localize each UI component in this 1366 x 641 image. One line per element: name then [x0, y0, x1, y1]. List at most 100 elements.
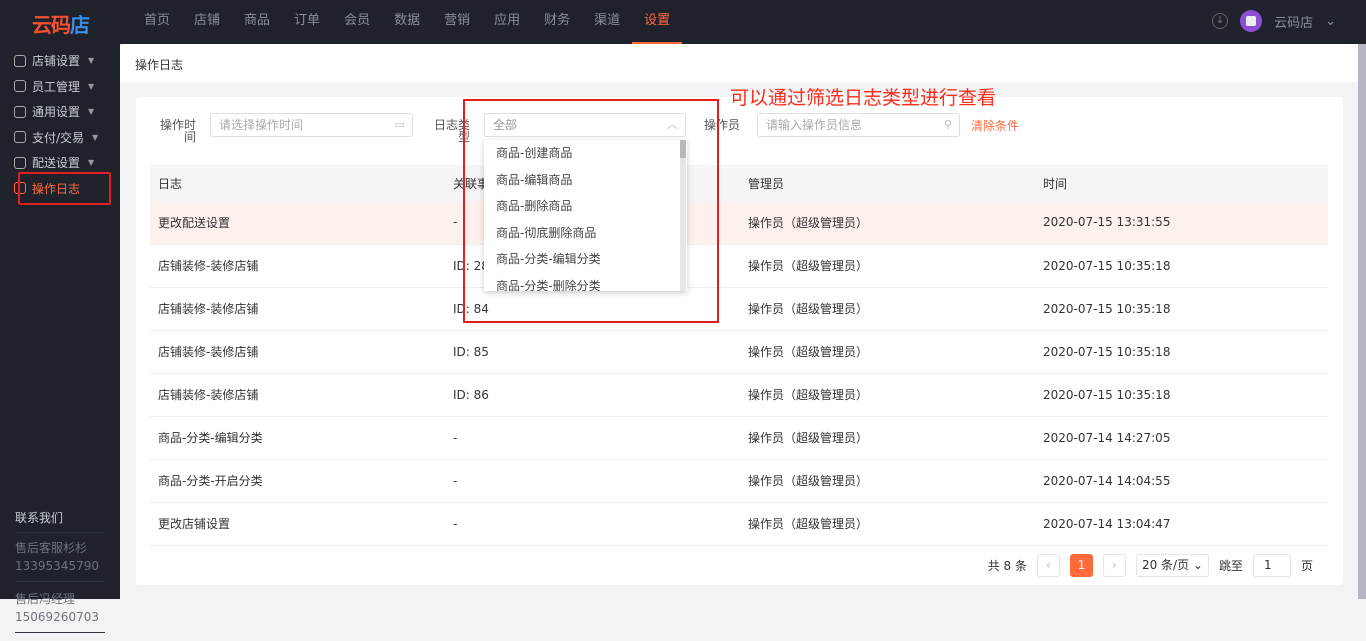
nav-item-2[interactable]: 商品 — [232, 0, 282, 44]
contact-title: 联系我们 — [15, 509, 105, 533]
calendar-icon: ▭ — [394, 118, 405, 131]
table-cell: 2020-07-15 10:35:18 — [1035, 287, 1328, 331]
table-cell: 店铺装修-装修店铺 — [150, 287, 445, 331]
table-cell: - — [445, 502, 740, 546]
time-label: 操作时间 — [159, 118, 196, 144]
page-title: 操作日志 — [120, 44, 1358, 82]
contact-phone: 13395345790 — [15, 559, 99, 573]
sidebar: 店铺设置 ▼ 员工管理 ▼ 通用设置 ▼ 支付/交易 ▼ 配送设置 ▼ 操作日志 联系我们 售后客服… — [0, 44, 120, 633]
contact-phone: 15069260703 — [15, 610, 99, 624]
contact-section: 联系我们 售后客服杉杉 13395345790 售后冯经理 15069260703 — [15, 509, 105, 641]
logo-text: 云码 — [32, 13, 71, 37]
table-cell: 店铺装修-装修店铺 — [150, 244, 445, 288]
sidebar-item-1[interactable]: 员工管理 ▼ — [0, 74, 120, 100]
nav-item-9[interactable]: 渠道 — [582, 0, 632, 44]
sidebar-item-2[interactable]: 通用设置 ▼ — [0, 99, 120, 125]
table-cell: 2020-07-14 13:04:47 — [1035, 502, 1328, 546]
contact-name: 售后冯经理 — [15, 592, 76, 606]
nav-item-0[interactable]: 首页 — [132, 0, 182, 44]
user-menu[interactable]: 云码店 — [1274, 12, 1313, 31]
caret-down-icon: ▼ — [88, 158, 95, 168]
table-cell: 操作员（超级管理员） — [740, 244, 1035, 288]
table-cell: ID: 85 — [445, 330, 740, 374]
sidebar-item-label: 通用设置 — [32, 105, 81, 120]
pagination: 共 8 条 ‹ 1 › 20 条/页 ⌄ 跳至 1 页 — [988, 554, 1313, 577]
table-cell: 2020-07-15 10:35:18 — [1035, 244, 1328, 288]
logo[interactable]: 云码店 — [32, 9, 90, 38]
table-cell: 操作员（超级管理员） — [740, 201, 1035, 245]
nav-item-6[interactable]: 营销 — [432, 0, 482, 44]
table-cell: 操作员（超级管理员） — [740, 373, 1035, 417]
table-cell: 2020-07-14 14:27:05 — [1035, 416, 1328, 460]
goto-input[interactable]: 1 — [1252, 554, 1291, 577]
sidebar-item-label: 配送设置 — [32, 156, 81, 171]
table-row[interactable]: 店铺装修-装修店铺 ID: 84 操作员（超级管理员） 2020-07-15 10:3… — [150, 287, 1328, 331]
log-card: 操作时间 请选择操作时间 ▭ 日志类型 全部 ︿ 操作员 请输入操作员信息 ⚲ 清除条… — [136, 97, 1343, 585]
table-cell: 商品-分类-开启分类 — [150, 459, 445, 503]
annotation-box-sidebar — [18, 172, 111, 205]
table-row[interactable]: 更改配送设置 - 操作员（超级管理员） 2020-07-15 13:31:55 — [150, 201, 1328, 245]
caret-down-icon: ▼ — [92, 132, 99, 142]
operator-placeholder: 请输入操作员信息 — [766, 118, 863, 132]
table-cell: 店铺装修-装修店铺 — [150, 373, 445, 417]
table-cell: 操作员（超级管理员） — [740, 330, 1035, 374]
table-row[interactable]: 商品-分类-开启分类 - 操作员（超级管理员） 2020-07-14 14:04:55 — [150, 459, 1328, 503]
main-nav: 首页 店铺 商品 订单 会员 数据 营销 应用 财务 渠道 设置 — [132, 0, 683, 44]
total-count: 共 8 条 — [987, 559, 1027, 573]
table-cell: ID: 86 — [445, 373, 740, 417]
sidebar-item-3[interactable]: 支付/交易 ▼ — [0, 125, 120, 151]
download-icon[interactable]: ↓ — [1212, 13, 1229, 29]
time-picker[interactable]: 请选择操作时间 ▭ — [210, 113, 413, 137]
nav-item-5[interactable]: 数据 — [382, 0, 432, 44]
sidebar-item-label: 员工管理 — [32, 79, 81, 94]
table-row[interactable]: 店铺装修-装修店铺 ID: 85 操作员（超级管理员） 2020-07-15 10:3… — [150, 330, 1328, 374]
table-cell: 2020-07-15 13:31:55 — [1035, 201, 1328, 245]
nav-item-10[interactable]: 设置 — [632, 0, 683, 44]
nav-item-3[interactable]: 订单 — [282, 0, 332, 44]
table-row[interactable]: 店铺装修-装修店铺 ID: 28 操作员（超级管理员） 2020-07-15 10:3… — [150, 244, 1328, 288]
chevron-down-icon[interactable]: ⌄ — [1325, 14, 1336, 29]
sidebar-item-label: 店铺设置 — [32, 54, 81, 69]
column-header: 管理员 — [740, 165, 1035, 201]
caret-down-icon: ▼ — [88, 107, 95, 117]
page-size-value: 20 条/页 — [1141, 558, 1190, 572]
table-cell: 更改店铺设置 — [150, 502, 445, 546]
table-cell: 操作员（超级管理员） — [740, 416, 1035, 460]
table-cell: 操作员（超级管理员） — [740, 502, 1035, 546]
annotation-text: 可以通过筛选日志类型进行查看 — [730, 87, 997, 109]
clear-filters-button[interactable]: 清除条件 — [971, 117, 1019, 134]
table-row[interactable]: 更改店铺设置 - 操作员（超级管理员） 2020-07-14 13:04:47 — [150, 502, 1328, 546]
table-cell: 商品-分类-编辑分类 — [150, 416, 445, 460]
page-size-select[interactable]: 20 条/页 ⌄ — [1135, 554, 1209, 577]
table-row[interactable]: 店铺装修-装修店铺 ID: 86 操作员（超级管理员） 2020-07-15 10:3… — [150, 373, 1328, 417]
logo-text-accent: 店 — [70, 13, 90, 37]
menu-icon — [14, 54, 26, 67]
sidebar-item-label: 支付/交易 — [32, 130, 85, 145]
nav-item-1[interactable]: 店铺 — [182, 0, 232, 44]
table-cell: 2020-07-14 14:04:55 — [1035, 459, 1328, 503]
table-row[interactable]: 商品-分类-编辑分类 - 操作员（超级管理员） 2020-07-14 14:27:05 — [150, 416, 1328, 460]
next-page-button[interactable]: › — [1102, 554, 1126, 577]
nav-item-8[interactable]: 财务 — [532, 0, 582, 44]
time-placeholder: 请选择操作时间 — [219, 118, 304, 132]
column-header: 时间 — [1035, 165, 1328, 201]
table-cell: - — [445, 416, 740, 460]
table-cell: 操作员（超级管理员） — [740, 287, 1035, 331]
nav-item-4[interactable]: 会员 — [332, 0, 382, 44]
operator-input[interactable]: 请输入操作员信息 ⚲ — [757, 113, 960, 137]
menu-icon — [14, 131, 26, 144]
goto-label: 跳至 — [1218, 559, 1243, 573]
table-cell: 店铺装修-装修店铺 — [150, 330, 445, 374]
log-table: 日志 关联事项 管理员 时间 更改配送设置 - 操作员（超级管理员） 2020-07-15 1… — [150, 165, 1328, 546]
page-1-button[interactable]: 1 — [1069, 554, 1093, 577]
table-cell: 2020-07-15 10:35:18 — [1035, 373, 1328, 417]
page-scrollbar[interactable] — [1358, 44, 1366, 599]
sidebar-item-0[interactable]: 店铺设置 ▼ — [0, 48, 120, 74]
page-unit-label: 页 — [1300, 559, 1313, 573]
caret-down-icon: ▼ — [88, 81, 95, 91]
column-header: 日志 — [150, 165, 445, 201]
nav-item-7[interactable]: 应用 — [482, 0, 532, 44]
table-cell: - — [445, 459, 740, 503]
avatar[interactable] — [1240, 10, 1263, 32]
prev-page-button[interactable]: ‹ — [1036, 554, 1060, 577]
